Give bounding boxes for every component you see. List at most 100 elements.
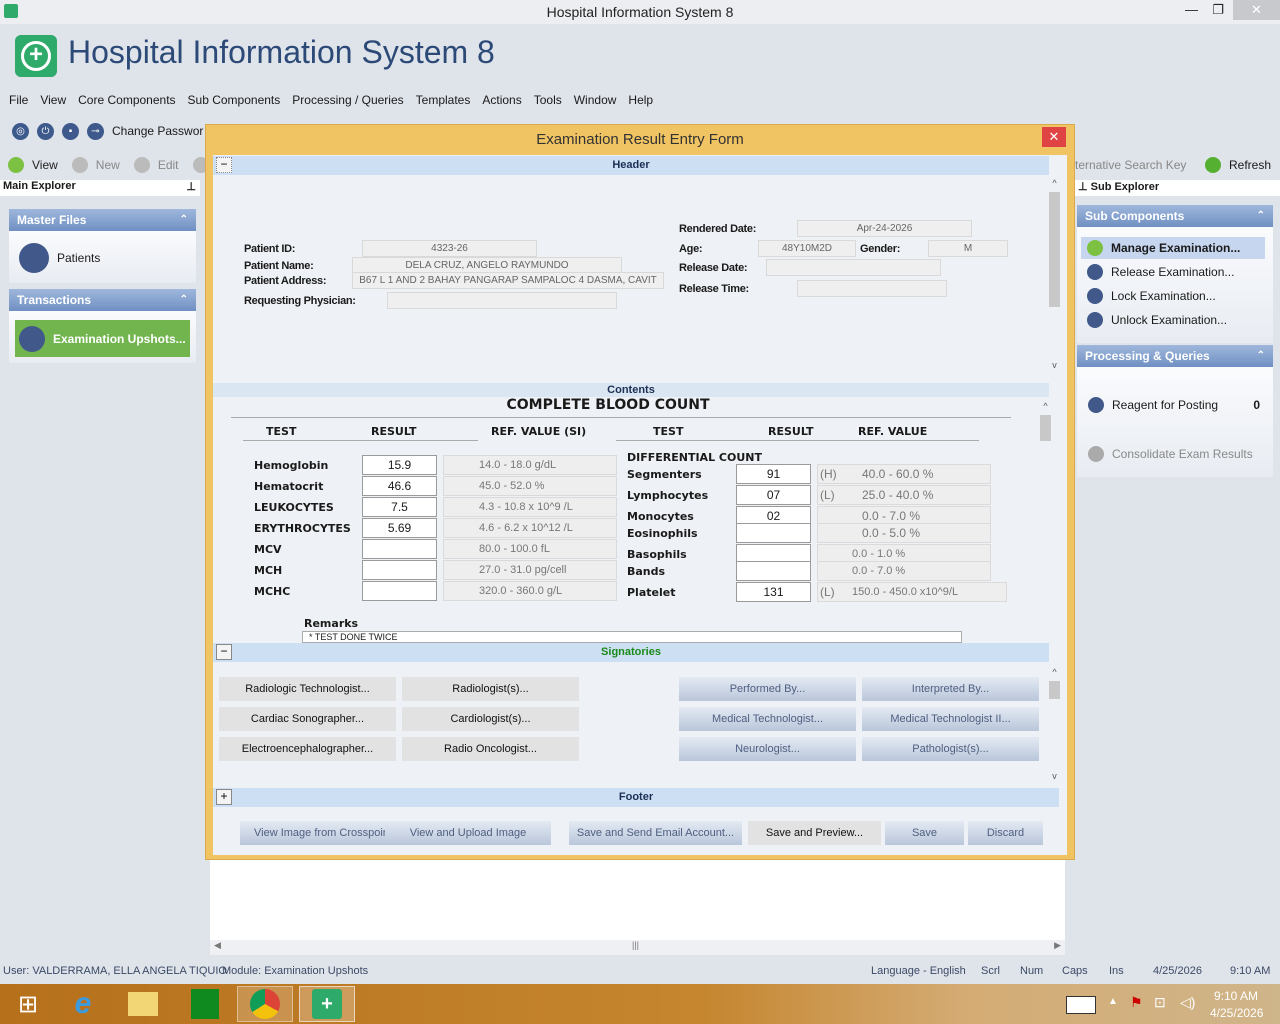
- action-center-icon[interactable]: ⚑: [1130, 994, 1143, 1011]
- collapse-icon[interactable]: ⌃: [1257, 205, 1265, 227]
- refresh-button[interactable]: Refresh: [1229, 158, 1271, 172]
- reference-range: 0.0 - 5.0 %: [862, 526, 921, 540]
- menu-templates[interactable]: Templates: [416, 90, 471, 110]
- key-icon[interactable]: ⊸: [87, 122, 104, 140]
- menu-help[interactable]: Help: [628, 90, 653, 110]
- header-scrollbar[interactable]: ^ v: [1047, 176, 1062, 372]
- new-button[interactable]: New: [96, 158, 120, 172]
- signatory-button[interactable]: Interpreted By...: [862, 677, 1039, 701]
- edit-button[interactable]: Edit: [158, 158, 179, 172]
- transactions-header[interactable]: Transactions ⌃: [9, 289, 196, 311]
- taskbar-his[interactable]: +: [299, 986, 355, 1022]
- signatory-button[interactable]: Electroencephalographer...: [219, 737, 396, 761]
- clock-time[interactable]: 9:10 AM: [1214, 989, 1258, 1003]
- menu-view[interactable]: View: [40, 90, 66, 110]
- signatories-scrollbar[interactable]: ^ v: [1047, 665, 1062, 783]
- result-input[interactable]: 46.6: [362, 476, 437, 496]
- signatory-button[interactable]: Cardiologist(s)...: [402, 707, 579, 731]
- taskbar-ie[interactable]: e: [55, 986, 111, 1022]
- taskbar-chrome[interactable]: [237, 986, 293, 1022]
- nav-examination-upshots[interactable]: Examination Upshots...: [15, 320, 190, 357]
- close-window-button[interactable]: ✕: [1233, 0, 1280, 20]
- status-time: 9:10 AM: [1230, 965, 1271, 977]
- logoff-icon[interactable]: ◎: [12, 122, 29, 140]
- status-module: Module: Examination Upshots: [222, 965, 369, 977]
- menu-tools[interactable]: Tools: [534, 90, 562, 110]
- view-button[interactable]: View: [32, 158, 58, 172]
- minimize-button[interactable]: —: [1185, 0, 1198, 20]
- footer-button-view-and-upload-image[interactable]: View and Upload Image: [385, 821, 551, 845]
- volume-icon[interactable]: ◁): [1180, 994, 1195, 1011]
- gender-label: Gender:: [860, 243, 901, 255]
- footer-button-view-image-from-crosspoint[interactable]: View Image from Crosspoint: [240, 821, 406, 845]
- signatories-collapse-button[interactable]: −: [216, 644, 232, 660]
- sub-item-label: Unlock Examination...: [1111, 313, 1228, 327]
- pin-icon[interactable]: ⊥: [1078, 181, 1091, 193]
- header-collapse-button[interactable]: −: [216, 157, 232, 173]
- master-files-header[interactable]: Master Files ⌃: [9, 209, 196, 231]
- menu-file[interactable]: File: [9, 90, 28, 110]
- horizontal-scrollbar[interactable]: ◀ ||| ▶: [210, 940, 1065, 955]
- result-input[interactable]: [362, 539, 437, 559]
- power-icon[interactable]: ⏻: [37, 122, 54, 140]
- collapse-icon[interactable]: ⌃: [1257, 345, 1265, 367]
- pin-icon[interactable]: ⊥: [186, 180, 196, 193]
- result-input[interactable]: [736, 523, 811, 543]
- sub-item[interactable]: Manage Examination...: [1081, 237, 1265, 259]
- sub-item[interactable]: Release Examination...: [1081, 261, 1265, 283]
- result-input[interactable]: 7.5: [362, 497, 437, 517]
- result-input[interactable]: 5.69: [362, 518, 437, 538]
- collapse-icon[interactable]: ⌃: [180, 289, 188, 311]
- sub-item[interactable]: Unlock Examination...: [1081, 309, 1265, 331]
- signatory-button[interactable]: Pathologist(s)...: [862, 737, 1039, 761]
- signatory-button[interactable]: Medical Technologist...: [679, 707, 856, 731]
- result-input[interactable]: [736, 561, 811, 581]
- footer-button-save-and-preview[interactable]: Save and Preview...: [748, 821, 881, 845]
- change-password-button[interactable]: Change Passwor: [112, 124, 203, 138]
- nav-consolidate-exam-results[interactable]: Consolidate Exam Results: [1088, 446, 1253, 462]
- sub-components-header[interactable]: Sub Components ⌃: [1077, 205, 1273, 227]
- menu-actions[interactable]: Actions: [482, 90, 521, 110]
- taskbar-store[interactable]: [177, 986, 233, 1022]
- start-button[interactable]: ⊞: [0, 986, 56, 1022]
- maximize-button[interactable]: ❐: [1212, 0, 1224, 20]
- result-input[interactable]: 91: [736, 464, 811, 484]
- result-input[interactable]: 15.9: [362, 455, 437, 475]
- menu-core-components[interactable]: Core Components: [78, 90, 175, 110]
- signatory-button[interactable]: Medical Technologist II...: [862, 707, 1039, 731]
- taskbar-explorer[interactable]: [115, 986, 171, 1022]
- contents-scrollbar[interactable]: ^: [1038, 399, 1053, 641]
- clock-date[interactable]: 4/25/2026: [1210, 1006, 1263, 1020]
- remarks-textarea[interactable]: * TEST DONE TWICE: [302, 631, 962, 643]
- footer-expand-button[interactable]: +: [216, 789, 232, 805]
- signatory-button[interactable]: Radiologic Technologist...: [219, 677, 396, 701]
- alternative-search-key-button[interactable]: ternative Search Key: [1075, 158, 1186, 172]
- processing-header[interactable]: Processing & Queries ⌃: [1077, 345, 1273, 367]
- nav-patients[interactable]: Patients: [19, 243, 100, 273]
- collapse-icon[interactable]: ⌃: [180, 209, 188, 231]
- result-input[interactable]: [362, 581, 437, 601]
- result-input[interactable]: 131: [736, 582, 811, 602]
- result-input[interactable]: 07: [736, 485, 811, 505]
- signatory-button[interactable]: Neurologist...: [679, 737, 856, 761]
- dialog-close-button[interactable]: ✕: [1042, 127, 1066, 147]
- result-input[interactable]: [362, 560, 437, 580]
- menu-processing-queries[interactable]: Processing / Queries: [292, 90, 403, 110]
- signatory-button[interactable]: Cardiac Sonographer...: [219, 707, 396, 731]
- signatory-button[interactable]: Radio Oncologist...: [402, 737, 579, 761]
- keyboard-icon[interactable]: [1066, 996, 1096, 1014]
- nav-reagent-for-posting[interactable]: Reagent for Posting 0: [1088, 397, 1268, 413]
- menu-sub-components[interactable]: Sub Components: [188, 90, 281, 110]
- lock-icon[interactable]: ▪: [62, 122, 79, 140]
- new-icon: [71, 157, 88, 173]
- network-icon[interactable]: ⊡: [1154, 994, 1166, 1011]
- sub-item[interactable]: Lock Examination...: [1081, 285, 1265, 307]
- signatory-button[interactable]: Radiologist(s)...: [402, 677, 579, 701]
- header-band-label: Header: [612, 159, 650, 171]
- signatory-button[interactable]: Performed By...: [679, 677, 856, 701]
- show-hidden-icons-icon[interactable]: ▲: [1108, 996, 1118, 1007]
- footer-button-discard[interactable]: Discard: [968, 821, 1043, 845]
- menu-window[interactable]: Window: [574, 90, 617, 110]
- footer-button-save[interactable]: Save: [885, 821, 964, 845]
- footer-button-save-and-send-email-account[interactable]: Save and Send Email Account...: [569, 821, 742, 845]
